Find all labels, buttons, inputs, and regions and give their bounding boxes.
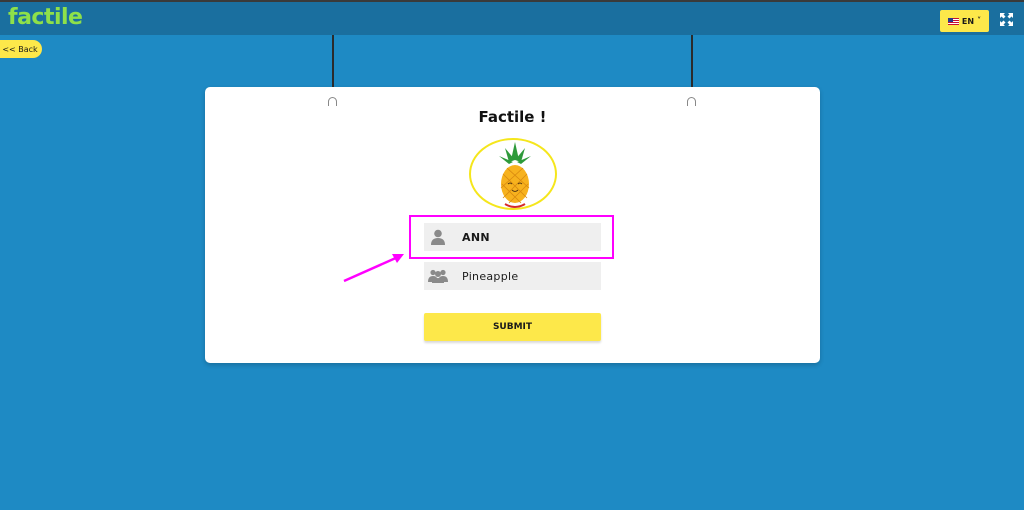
language-label: EN xyxy=(961,16,975,26)
team-name-value: Pineapple xyxy=(462,269,519,283)
fullscreen-icon[interactable] xyxy=(1000,13,1013,26)
group-icon xyxy=(424,269,452,283)
us-flag-icon xyxy=(947,17,959,25)
hook-right xyxy=(687,97,696,106)
team-name-field[interactable]: Pineapple xyxy=(424,262,601,290)
annotation-arrow-icon xyxy=(343,254,404,283)
highlight-box xyxy=(409,215,614,259)
language-selector[interactable]: EN ˅ xyxy=(940,10,989,32)
chevron-down-icon: ˅ xyxy=(977,16,982,25)
card-title: Factile ! xyxy=(478,108,547,126)
hook-left xyxy=(328,97,337,106)
top-bar: factile EN ˅ xyxy=(0,0,1024,35)
pineapple-icon xyxy=(499,142,531,208)
submit-button[interactable]: SUBMIT xyxy=(424,313,601,341)
factile-logo[interactable]: factile xyxy=(8,5,83,30)
pineapple-avatar[interactable] xyxy=(469,138,557,210)
back-button[interactable]: << Back xyxy=(0,40,42,58)
